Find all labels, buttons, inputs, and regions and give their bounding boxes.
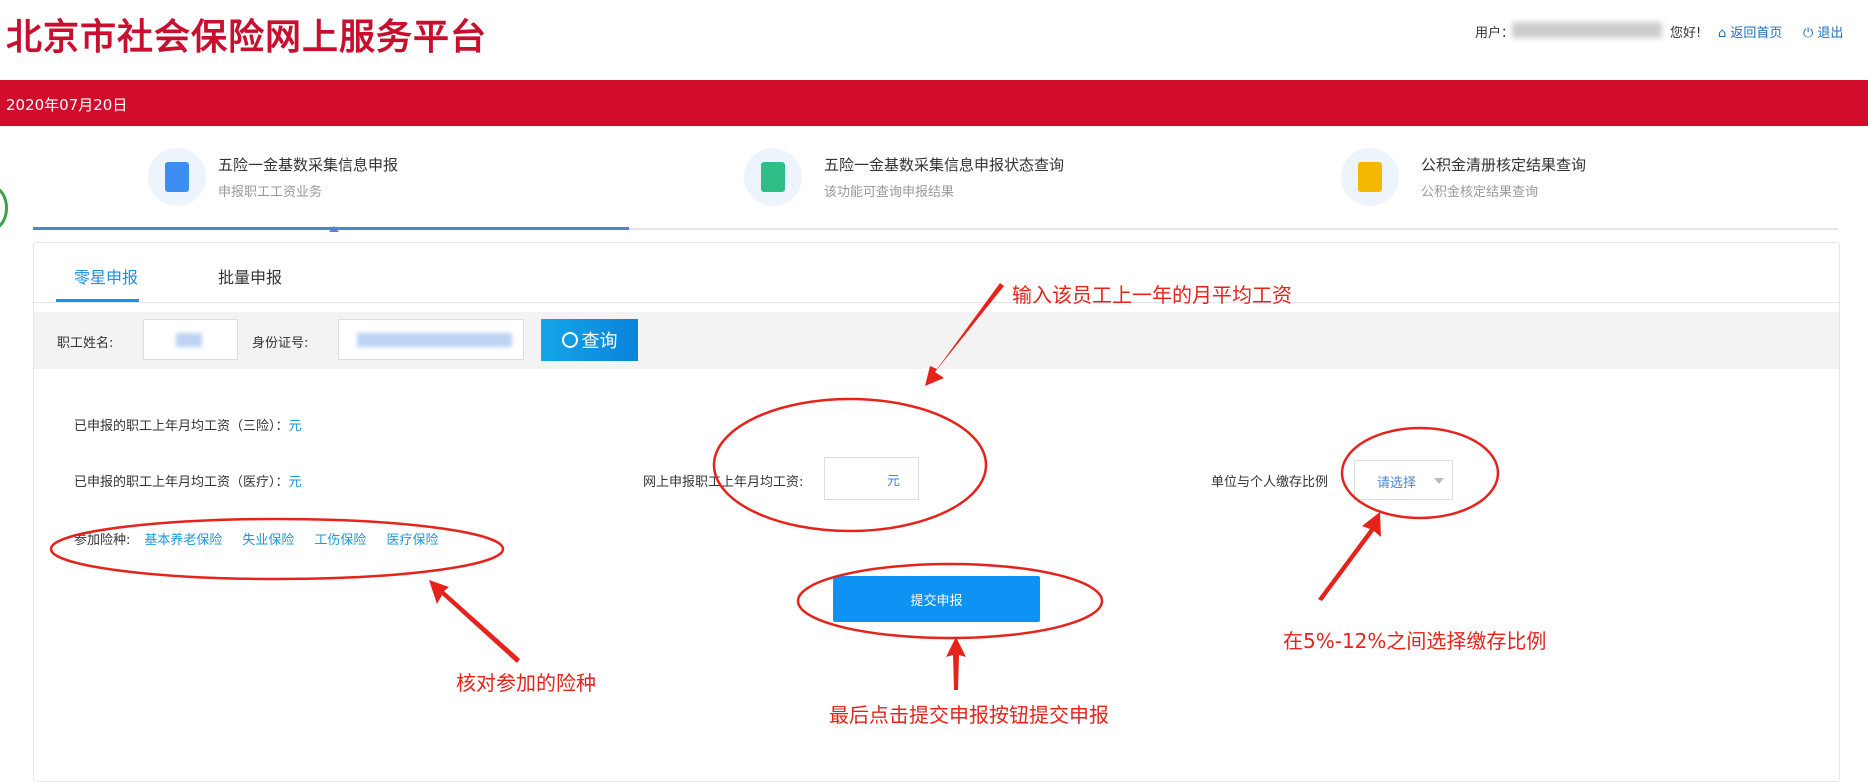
annotation-ellipse-wage	[712, 397, 988, 533]
annotation-ellipse-submit	[796, 562, 1104, 640]
annotation-arrow-submit	[946, 637, 966, 690]
annotation-insurance-text: 核对参加的险种	[456, 671, 596, 695]
annotation-submit-text: 最后点击提交申报按钮提交申报	[829, 703, 1109, 727]
annotation-arrow-ratio	[1318, 512, 1381, 601]
annotation-ratio-text: 在5%-12%之间选择缴存比例	[1283, 629, 1547, 653]
annotation-arrow-wage	[925, 283, 1004, 386]
annotation-overlay	[49, 283, 1500, 690]
annotation-ellipse-insurance	[49, 517, 505, 581]
annotation-wage-text: 输入该员工上一年的月平均工资	[1012, 283, 1292, 307]
annotation-arrow-insurance	[429, 580, 520, 663]
annotation-ellipse-ratio	[1340, 426, 1500, 520]
